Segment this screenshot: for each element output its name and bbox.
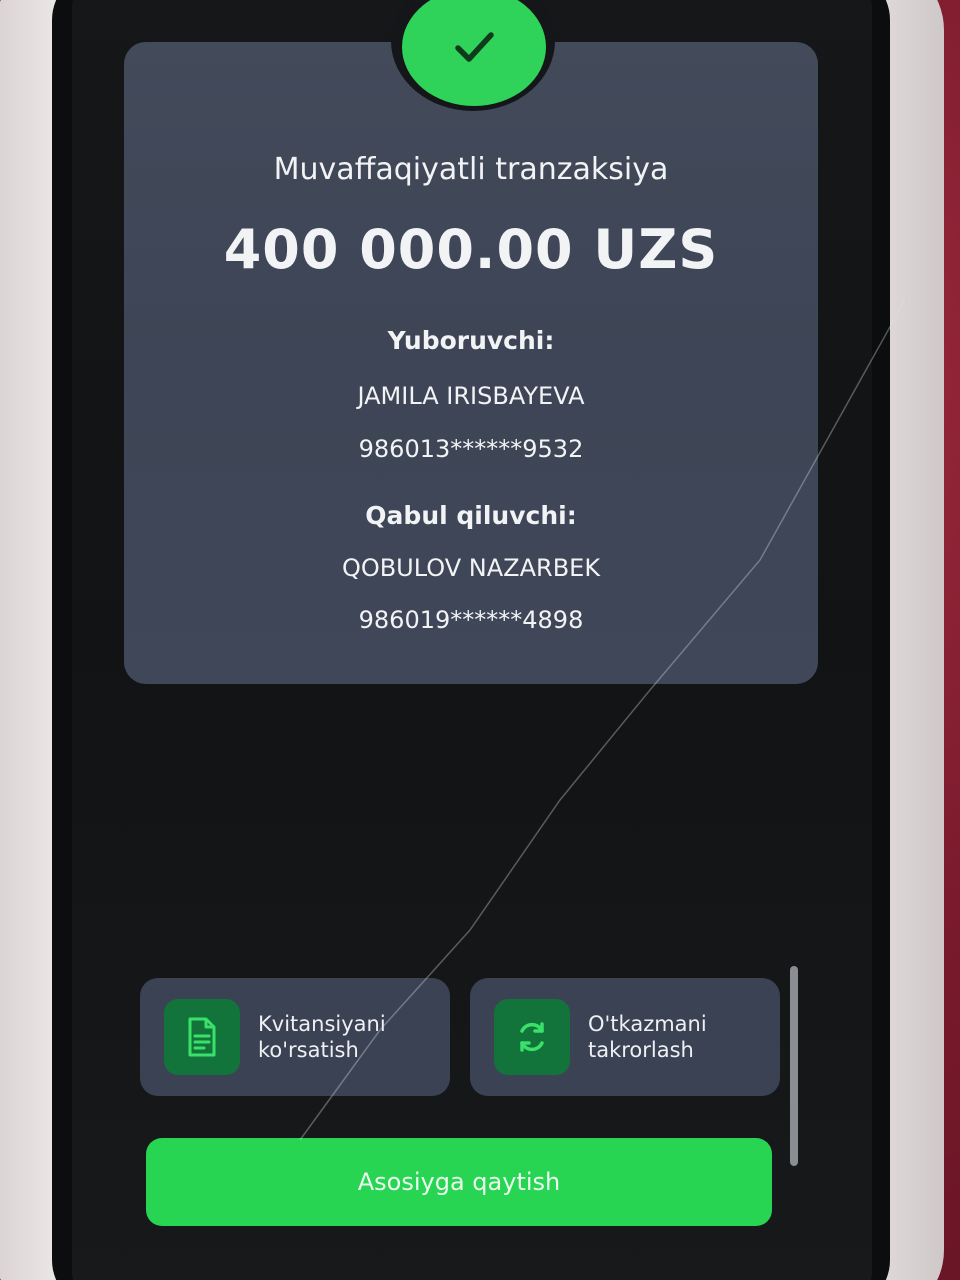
back-to-home-button[interactable]: Asosiyga qaytish xyxy=(146,1138,772,1226)
sender-label: Yuboruvchi: xyxy=(387,326,555,355)
check-icon xyxy=(455,32,494,62)
transaction-status: Muvaffaqiyatli tranzaksiya xyxy=(273,152,669,187)
receipt-icon xyxy=(164,999,240,1075)
repeat-transfer-button[interactable]: O'tkazmani takrorlash xyxy=(470,978,780,1096)
show-receipt-button[interactable]: Kvitansiyani ko'rsatish xyxy=(140,978,450,1096)
sender-card-number: 986013******9532 xyxy=(358,435,584,463)
scrollbar[interactable] xyxy=(790,966,798,1166)
repeat-icon xyxy=(494,999,570,1075)
app-screen: uchun bir martalik kod: 604531 Muvaffaqi… xyxy=(72,0,872,1280)
receiver-name: QOBULOV NAZARBEK xyxy=(341,554,601,582)
transaction-card xyxy=(124,42,818,684)
transaction-amount: 400 000.00 UZS xyxy=(223,218,719,281)
receiver-card-number: 986019******4898 xyxy=(358,606,584,634)
show-receipt-label: Kvitansiyani ko'rsatish xyxy=(258,1012,386,1062)
receiver-label: Qabul qiluvchi: xyxy=(365,501,577,530)
sender-name: JAMILA IRISBAYEVA xyxy=(357,382,585,410)
repeat-transfer-label: O'tkazmani takrorlash xyxy=(588,1012,707,1062)
